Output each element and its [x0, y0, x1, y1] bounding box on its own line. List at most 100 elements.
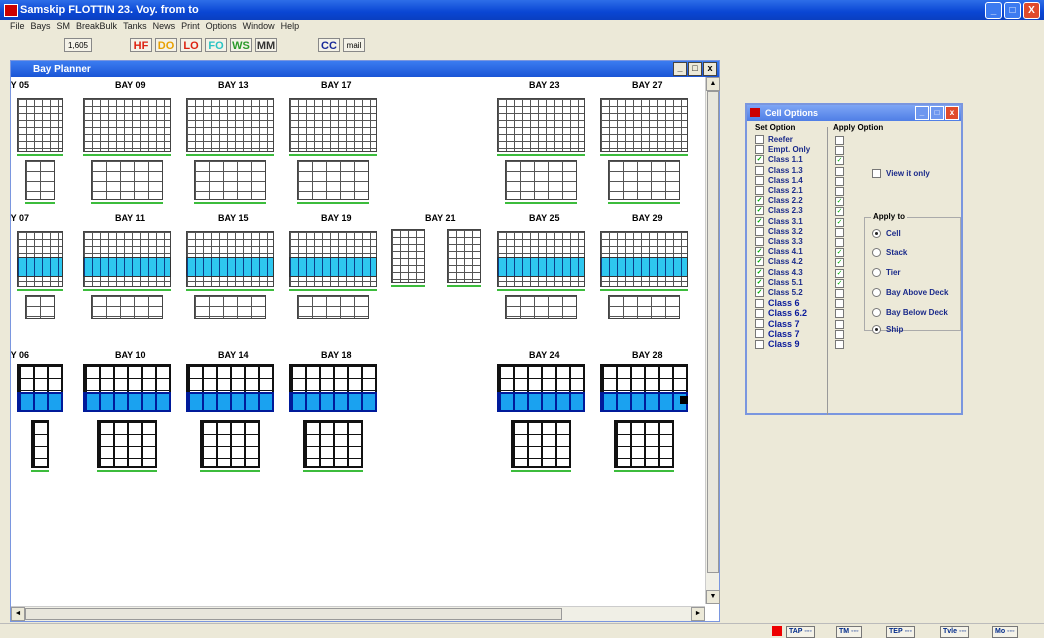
menu-breakbulk[interactable]: BreakBulk	[76, 21, 117, 35]
apply-to-option[interactable]: Tier	[872, 268, 901, 277]
apply-option-checkbox[interactable]	[835, 340, 844, 349]
bay-below-deck-grid[interactable]	[25, 160, 55, 200]
menu-sm[interactable]: SM	[57, 21, 71, 35]
set-option-row[interactable]: ✓ Class 4.1	[755, 247, 803, 257]
selected-cell-marker[interactable]	[680, 396, 688, 404]
apply-option-checkbox[interactable]	[835, 309, 844, 319]
set-option-checkbox[interactable]	[755, 226, 764, 236]
radio-button[interactable]	[872, 308, 881, 317]
bay-below-deck-grid[interactable]	[608, 295, 680, 319]
apply-to-option[interactable]: Stack	[872, 248, 907, 257]
bay-planner-close-button[interactable]: x	[703, 62, 717, 76]
set-option-row[interactable]: Class 7	[755, 329, 800, 339]
menu-options[interactable]: Options	[206, 21, 237, 35]
bay-above-deck-grid[interactable]	[600, 98, 688, 152]
minimize-button[interactable]: _	[985, 2, 1002, 19]
set-option-checkbox[interactable]	[755, 237, 764, 246]
set-option-row[interactable]: ✓ Class 2.3	[755, 206, 803, 216]
fo-button[interactable]: FO	[205, 38, 227, 52]
bay-below-deck-grid[interactable]	[297, 160, 369, 200]
bay-below-deck-grid[interactable]	[91, 160, 163, 200]
bay-above-deck-grid[interactable]	[83, 98, 171, 152]
bay-canvas[interactable]: AY 05 BAY 09 BAY 13 BAY 17 BAY 23 BAY 27 AY 07…	[11, 77, 705, 604]
apply-to-option[interactable]: Ship	[872, 325, 903, 334]
set-option-checkbox[interactable]: ✓	[755, 277, 764, 287]
menu-news[interactable]: News	[153, 21, 176, 35]
set-option-row[interactable]: ✓ Class 3.1	[755, 216, 803, 226]
highlighted-tier[interactable]	[289, 257, 377, 277]
set-option-checkbox[interactable]: ✓	[755, 206, 764, 216]
set-option-row[interactable]: ✓ Class 5.2	[755, 288, 803, 297]
bay-below-deck-grid[interactable]	[97, 420, 157, 468]
highlighted-tier[interactable]	[17, 257, 63, 277]
apply-option-checkbox[interactable]: ✓	[835, 278, 844, 288]
set-option-row[interactable]: ✓ Class 2.2	[755, 196, 803, 206]
apply-option-checkbox[interactable]: ✓	[835, 207, 844, 217]
highlighted-tier[interactable]	[186, 257, 274, 277]
view-only-checkbox[interactable]: View it only	[872, 169, 930, 178]
bay-below-deck-grid[interactable]	[194, 295, 266, 319]
set-option-row[interactable]: Class 3.3	[755, 237, 803, 246]
bay-below-deck-grid[interactable]	[505, 295, 577, 319]
cell-options-close-button[interactable]: x	[945, 106, 959, 120]
bay-below-deck-grid[interactable]	[303, 420, 363, 468]
bay-below-deck-grid[interactable]	[297, 295, 369, 319]
set-option-checkbox[interactable]: ✓	[755, 257, 764, 267]
hf-button[interactable]: HF	[130, 38, 152, 52]
menu-tanks[interactable]: Tanks	[123, 21, 147, 35]
menu-window[interactable]: Window	[243, 21, 275, 35]
set-option-row[interactable]: Class 6	[755, 298, 800, 308]
bay-above-deck-grid[interactable]	[186, 98, 274, 152]
set-option-checkbox[interactable]	[755, 329, 764, 339]
set-option-row[interactable]: ✓ Class 1.1	[755, 155, 803, 165]
set-option-checkbox[interactable]: ✓	[755, 155, 764, 165]
vertical-scrollbar[interactable]: ▲ ▼	[705, 77, 720, 604]
set-option-checkbox[interactable]	[755, 165, 764, 175]
set-option-checkbox[interactable]	[755, 308, 764, 318]
apply-to-option[interactable]: Bay Above Deck	[872, 288, 948, 297]
highlighted-tier[interactable]	[83, 257, 171, 277]
set-option-row[interactable]: Class 9	[755, 339, 800, 349]
apply-option-checkbox[interactable]	[835, 319, 844, 329]
highlighted-tier[interactable]	[186, 392, 274, 412]
set-option-checkbox[interactable]	[755, 319, 764, 329]
apply-option-checkbox[interactable]	[835, 146, 844, 156]
set-option-row[interactable]: ✓ Class 4.3	[755, 267, 803, 277]
apply-option-checkbox[interactable]	[835, 176, 844, 186]
lo-button[interactable]: LO	[180, 38, 202, 52]
apply-option-checkbox[interactable]	[835, 238, 844, 247]
bay-below-deck-grid[interactable]	[614, 420, 674, 468]
bay-below-deck-grid[interactable]	[25, 295, 55, 319]
set-option-row[interactable]: Class 3.2	[755, 226, 803, 236]
set-option-checkbox[interactable]: ✓	[755, 267, 764, 277]
bay-below-deck-grid[interactable]	[91, 295, 163, 319]
apply-option-checkbox[interactable]	[835, 329, 844, 339]
set-option-checkbox[interactable]: ✓	[755, 216, 764, 226]
set-option-checkbox[interactable]: ✓	[755, 247, 764, 257]
apply-option-checkbox[interactable]	[835, 187, 844, 196]
vertical-scroll-thumb[interactable]	[707, 91, 719, 573]
radio-button[interactable]	[872, 229, 881, 238]
cell-options-minimize-button[interactable]: _	[915, 106, 929, 120]
set-option-checkbox[interactable]	[755, 145, 764, 155]
bay-above-deck-grid[interactable]	[391, 229, 425, 283]
highlighted-tier[interactable]	[600, 257, 688, 277]
apply-to-option[interactable]: Cell	[872, 229, 901, 238]
ws-button[interactable]: WS	[230, 38, 252, 52]
apply-option-checkbox[interactable]	[835, 166, 844, 176]
close-button[interactable]: X	[1023, 2, 1040, 19]
apply-option-checkbox[interactable]	[835, 227, 844, 237]
bay-above-deck-grid[interactable]	[497, 98, 585, 152]
bay-below-deck-grid[interactable]	[200, 420, 260, 468]
menu-print[interactable]: Print	[181, 21, 200, 35]
menu-bays[interactable]: Bays	[31, 21, 51, 35]
set-option-checkbox[interactable]	[755, 135, 764, 144]
do-button[interactable]: DO	[155, 38, 177, 52]
bay-below-deck-grid[interactable]	[608, 160, 680, 200]
bay-planner-minimize-button[interactable]: _	[673, 62, 687, 76]
apply-option-checkbox[interactable]	[835, 136, 844, 145]
radio-button[interactable]	[872, 325, 881, 334]
cc-button[interactable]: CC	[318, 38, 340, 52]
horizontal-scroll-thumb[interactable]	[25, 608, 562, 620]
scroll-left-arrow[interactable]: ◄	[11, 607, 25, 621]
